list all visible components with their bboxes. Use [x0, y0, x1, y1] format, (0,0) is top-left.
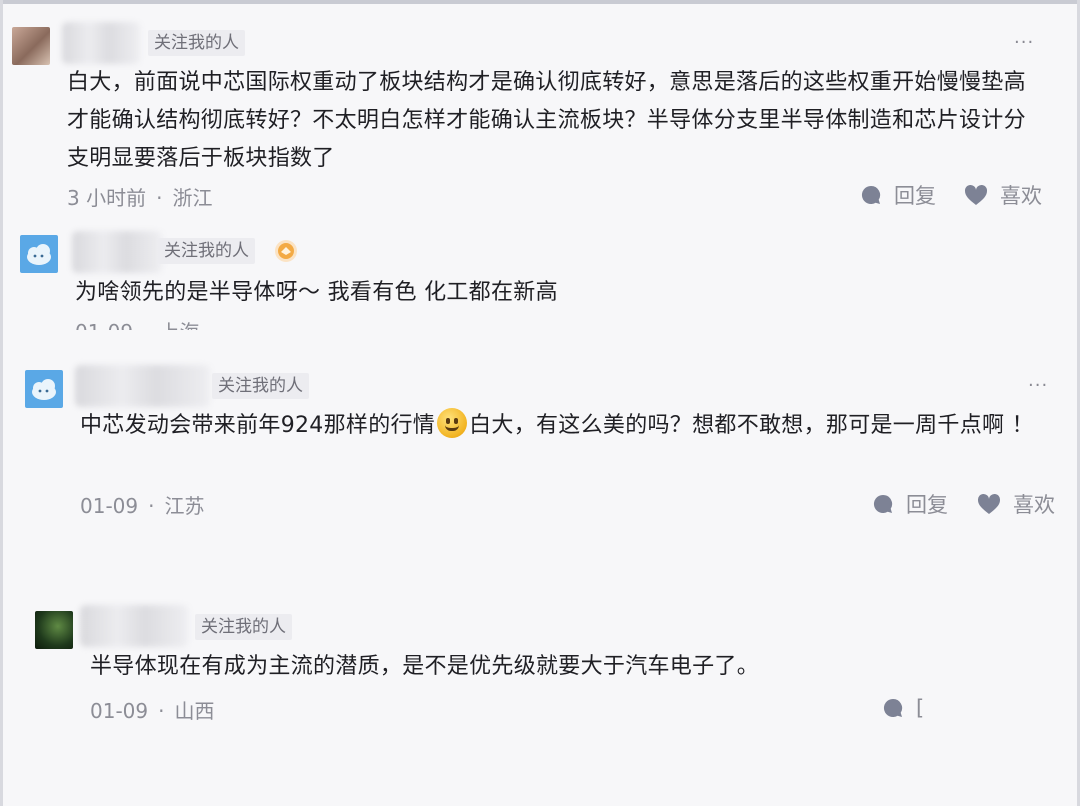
- comment-2: 关注我的人 为啥领先的是半导体呀～ 我看有色 化工都在新高 01-09 · 上海: [0, 220, 1080, 330]
- reply-button[interactable]: 回复: [872, 489, 948, 519]
- comment-text-part1: 中芯发动会带来前年924那样的行情: [80, 413, 436, 438]
- reply-button[interactable]: [: [882, 696, 924, 720]
- avatar[interactable]: [35, 611, 73, 649]
- comment-meta: 01-09 · 江苏: [80, 490, 204, 519]
- avatar[interactable]: [25, 370, 63, 408]
- speech-bubble-icon: [873, 494, 893, 513]
- meta-separator: ·: [158, 699, 165, 723]
- comment-text-part2: 白大，有这么美的吗？想都不敢想，那可是一周千点啊 ！: [469, 413, 1034, 438]
- comment-text: 中芯发动会带来前年924那样的行情 白大，有这么美的吗？想都不敢想，那可是一周千点…: [80, 407, 1045, 445]
- follow-tag: 关注我的人: [158, 238, 255, 264]
- reply-label: 回复: [906, 493, 948, 517]
- speech-bubble-icon: [883, 698, 903, 717]
- heart-icon: [964, 184, 988, 205]
- comment-time: 01-09: [80, 494, 139, 518]
- reply-label: 回复: [894, 184, 936, 208]
- meta-separator: ·: [156, 186, 163, 210]
- comment-location: 江苏: [164, 494, 205, 518]
- orange-badge-icon: [275, 240, 297, 262]
- reply-button[interactable]: 回复: [860, 180, 936, 210]
- comment-time: 01-09: [90, 699, 149, 723]
- comment-3: 关注我的人 ··· 中芯发动会带来前年924那样的行情 白大，有这么美的吗？想都不…: [0, 355, 1080, 545]
- comment-time: 3 小时前: [67, 186, 147, 210]
- avatar[interactable]: [12, 27, 50, 65]
- follow-tag: 关注我的人: [148, 30, 245, 56]
- follow-tag: 关注我的人: [195, 614, 292, 640]
- avatar-cloud-icon: [32, 379, 56, 400]
- username-blurred[interactable]: [72, 231, 162, 273]
- avatar-cloud-icon: [27, 244, 51, 265]
- comment-time: 01-09: [75, 320, 133, 330]
- like-label: 喜欢: [1013, 493, 1055, 517]
- avatar[interactable]: [20, 235, 58, 273]
- meta-separator: ·: [148, 494, 155, 518]
- username-blurred[interactable]: [62, 22, 140, 64]
- comment-meta-cropped: 01-09 · 上海: [75, 320, 199, 330]
- meta-separator: ·: [143, 320, 149, 330]
- like-label: 喜欢: [1000, 184, 1042, 208]
- comment-text: 半导体现在有成为主流的潜质，是不是优先级就要大于汽车电子了。: [90, 654, 760, 679]
- username-blurred[interactable]: [80, 605, 188, 647]
- grinning-emoji-icon: [437, 408, 468, 438]
- comment-location: 上海: [159, 320, 199, 330]
- like-button[interactable]: 喜欢: [964, 180, 1042, 210]
- more-dots-icon[interactable]: ···: [1028, 375, 1048, 396]
- follow-tag: 关注我的人: [212, 373, 309, 399]
- comment-text: 白大，前面说中芯国际权重动了板块结构才是确认彻底转好，意思是落后的这些权重开始慢…: [67, 70, 1026, 171]
- comment-4: 关注我的人 半导体现在有成为主流的潜质，是不是优先级就要大于汽车电子了。 01-…: [0, 595, 1080, 745]
- more-dots-icon[interactable]: ···: [1014, 32, 1034, 53]
- comment-meta: 01-09 · 山西: [90, 695, 214, 724]
- comment-text: 为啥领先的是半导体呀～ 我看有色 化工都在新高: [75, 280, 558, 305]
- comment-location: 浙江: [172, 186, 213, 210]
- reply-label-partial: [: [916, 696, 925, 720]
- username-blurred[interactable]: [75, 365, 210, 407]
- like-button[interactable]: 喜欢: [977, 489, 1055, 519]
- comment-meta: 3 小时前 · 浙江: [67, 182, 212, 211]
- comment-location: 山西: [174, 699, 215, 723]
- speech-bubble-icon: [861, 185, 881, 204]
- heart-icon: [977, 493, 1001, 514]
- comment-1: 关注我的人 ··· 白大，前面说中芯国际权重动了板块结构才是确认彻底转好，意思是…: [0, 0, 1080, 220]
